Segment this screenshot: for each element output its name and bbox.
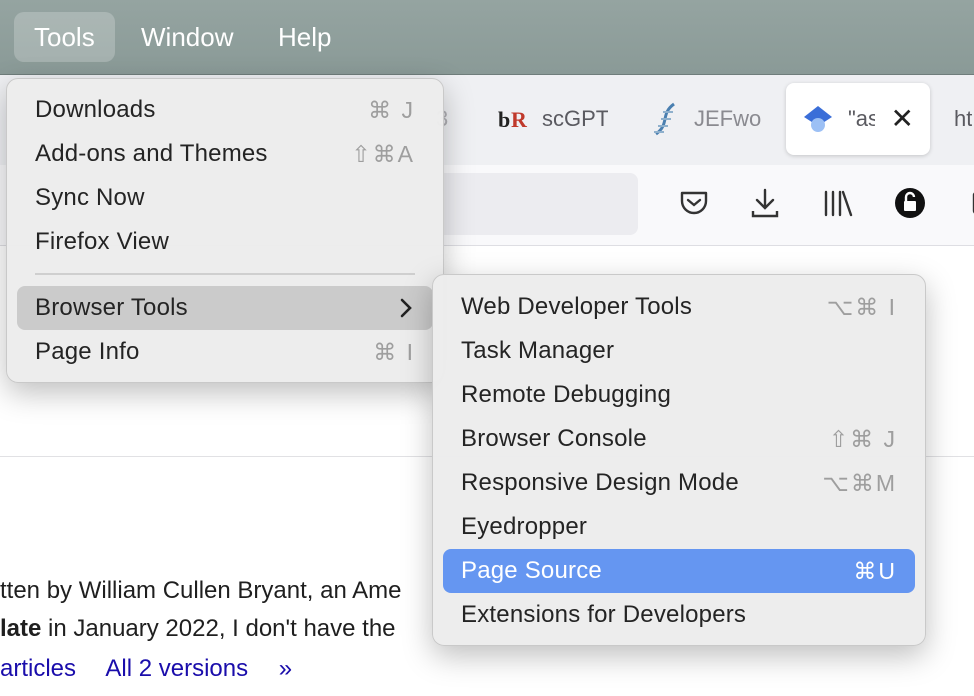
chevron-right-icon: [399, 297, 413, 326]
menu-item-extensions-for-developers[interactable]: Extensions for Developers: [443, 593, 915, 637]
menu-separator: [35, 273, 415, 275]
menu-item-label: Responsive Design Mode: [461, 469, 739, 496]
menu-shortcut: ⌘ I: [373, 339, 415, 365]
svg-text:R: R: [511, 107, 528, 131]
menu-item-downloads[interactable]: Downloads ⌘ J: [17, 88, 433, 132]
menu-item-label: Browser Tools: [35, 294, 188, 321]
content-line-2: late in January 2022, I don't have the: [0, 615, 396, 643]
browser-tools-submenu: Web Developer Tools ⌥⌘ I Task Manager Re…: [432, 274, 926, 646]
menu-shortcut: ⌘ J: [368, 97, 415, 123]
content-line-1: tten by William Cullen Bryant, an Ame: [0, 577, 402, 604]
dna-helix-icon: [650, 102, 680, 136]
menu-item-label: Task Manager: [461, 337, 615, 364]
menu-item-label: Page Info: [35, 338, 140, 365]
menu-item-label: Remote Debugging: [461, 381, 672, 408]
menu-item-label: Sync Now: [35, 184, 145, 211]
menu-item-addons-themes[interactable]: Add-ons and Themes ⇧⌘A: [17, 132, 433, 176]
menu-shortcut: ⇧⌘A: [351, 141, 415, 167]
tab-next[interactable]: ht: [954, 83, 972, 155]
menu-item-responsive-design-mode[interactable]: Responsive Design Mode ⌥⌘M: [443, 461, 915, 505]
bR-logo-icon: bR: [498, 107, 528, 131]
tab-jefwo[interactable]: JEFwo: [650, 83, 761, 155]
menu-item-label: Page Source: [461, 557, 602, 584]
blue-diamond-icon: [802, 104, 834, 134]
menu-item-label: Extensions for Developers: [461, 601, 747, 628]
content-bold-text: late: [0, 615, 42, 642]
content-text: in January 2022, I don't have the: [41, 615, 396, 642]
tab-selected[interactable]: "as ✕: [786, 83, 930, 155]
menu-item-web-developer-tools[interactable]: Web Developer Tools ⌥⌘ I: [443, 285, 915, 329]
menu-item-remote-debugging[interactable]: Remote Debugging: [443, 373, 915, 417]
menu-item-label: Eyedropper: [461, 513, 588, 540]
lock-extension-icon[interactable]: [890, 183, 930, 223]
result-links: articles All 2 versions »: [0, 655, 316, 683]
menu-item-sync-now[interactable]: Sync Now: [17, 176, 433, 220]
menu-item-page-info[interactable]: Page Info ⌘ I: [17, 330, 433, 374]
menu-item-browser-console[interactable]: Browser Console ⇧⌘ J: [443, 417, 915, 461]
menu-item-label: Downloads: [35, 96, 156, 123]
menu-shortcut: ⌥⌘M: [822, 470, 897, 496]
menu-item-label: Browser Console: [461, 425, 647, 452]
menu-item-firefox-view[interactable]: Firefox View: [17, 220, 433, 264]
pocket-icon[interactable]: [674, 183, 714, 223]
double-chevron-icon[interactable]: »: [279, 655, 292, 682]
menu-bar: Tools Window Help: [0, 0, 974, 75]
tab-title: "as: [848, 106, 875, 131]
menu-item-eyedropper[interactable]: Eyedropper: [443, 505, 915, 549]
tab-title: scGPT: [542, 106, 608, 131]
tools-menu: Downloads ⌘ J Add-ons and Themes ⇧⌘A Syn…: [6, 78, 444, 383]
menu-shortcut: ⌘U: [853, 558, 897, 584]
menu-shortcut: ⇧⌘ J: [828, 426, 897, 452]
tab-scgpt[interactable]: bR scGPT: [498, 83, 608, 155]
svg-text:b: b: [498, 107, 510, 131]
library-icon[interactable]: [818, 183, 858, 223]
articles-link[interactable]: articles: [0, 655, 76, 682]
menu-item-task-manager[interactable]: Task Manager: [443, 329, 915, 373]
menubar-window[interactable]: Window: [121, 12, 253, 62]
menu-item-label: Firefox View: [35, 228, 170, 255]
menubar-help[interactable]: Help: [258, 12, 351, 62]
download-icon[interactable]: [745, 183, 785, 223]
menu-shortcut: ⌥⌘ I: [826, 294, 897, 320]
reader-icon[interactable]: [954, 183, 974, 223]
tab-title: ht: [954, 106, 973, 131]
menubar-tools[interactable]: Tools: [14, 12, 115, 62]
menu-item-label: Web Developer Tools: [461, 293, 693, 320]
close-tab-icon[interactable]: ✕: [891, 105, 914, 133]
menu-item-label: Add-ons and Themes: [35, 140, 268, 167]
menu-item-page-source[interactable]: Page Source ⌘U: [443, 549, 915, 593]
versions-link[interactable]: All 2 versions: [105, 655, 248, 682]
tab-title: JEFwo: [694, 106, 762, 131]
menu-item-browser-tools[interactable]: Browser Tools: [17, 286, 433, 330]
